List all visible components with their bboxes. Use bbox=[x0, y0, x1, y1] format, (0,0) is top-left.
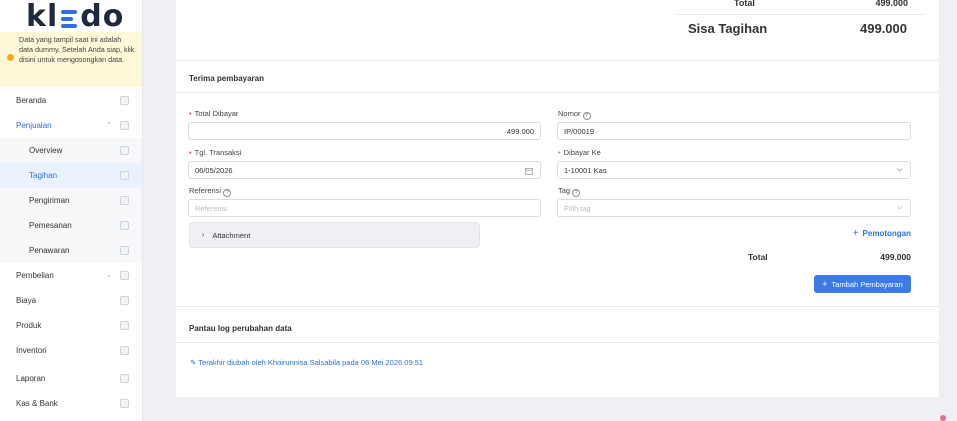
summary-divider bbox=[676, 14, 926, 15]
sidebar-item-beranda[interactable]: Beranda bbox=[0, 88, 142, 113]
dibayar-ke-label: • Dibayar Ke bbox=[558, 148, 601, 157]
sidebar-item-label: Overview bbox=[29, 146, 63, 155]
sidebar-item-inventori[interactable]: Inventori bbox=[0, 338, 142, 363]
dibayar-ke-value: 1-10001 Kas bbox=[564, 165, 607, 175]
box-icon bbox=[120, 321, 129, 330]
sidebar-item-biaya[interactable]: Biaya bbox=[0, 288, 142, 313]
sidebar-item-tagihan[interactable]: Tagihan bbox=[0, 163, 142, 188]
section-divider bbox=[176, 306, 939, 307]
tag-label: Tag? bbox=[558, 186, 581, 197]
payment-total-value: 499.000 bbox=[880, 252, 911, 262]
invoice-icon bbox=[120, 171, 129, 180]
tag-placeholder: Pilih tag bbox=[564, 203, 591, 213]
dummy-data-notice[interactable]: Data yang tampil saat ini adalah data du… bbox=[0, 32, 142, 87]
wallet-icon bbox=[120, 296, 129, 305]
help-icon: ? bbox=[223, 189, 232, 197]
help-icon: ? bbox=[572, 189, 581, 197]
plus-icon: + bbox=[852, 228, 859, 239]
quote-icon bbox=[120, 246, 129, 255]
sidebar-item-overview[interactable]: Overview bbox=[0, 138, 142, 163]
invoice-payment-card: Total 499.000 Sisa Tagihan 499.000 Terim… bbox=[176, 0, 939, 397]
nomor-value: IP/00019 bbox=[564, 126, 595, 136]
sidebar-item-laporan[interactable]: Laporan bbox=[0, 366, 142, 391]
sidebar-item-label: Biaya bbox=[16, 296, 37, 305]
order-icon bbox=[120, 221, 129, 230]
sidebar-item-label: Pembelian bbox=[16, 271, 54, 280]
section-divider bbox=[176, 342, 939, 343]
tag-select[interactable]: Pilih tag bbox=[557, 199, 911, 217]
warehouse-icon bbox=[120, 346, 129, 355]
tgl-transaksi-input[interactable]: 06/05/2026 bbox=[188, 161, 541, 179]
nomor-label: Nomor? bbox=[558, 109, 591, 120]
log-section-title: Pantau log perubahan data bbox=[189, 324, 292, 333]
last-edit-log-link[interactable]: ✎ Terakhir diubah oleh Khoirunnisa Salsab… bbox=[190, 358, 423, 367]
sisa-tagihan-value: 499.000 bbox=[860, 21, 907, 36]
chevron-right-icon: › bbox=[202, 231, 205, 239]
chart-icon bbox=[120, 146, 129, 155]
add-pemotongan-button[interactable]: + Pemotongan bbox=[853, 228, 911, 239]
page-background-strip bbox=[939, 0, 957, 421]
logo-text-right: do bbox=[80, 0, 125, 34]
chat-widget-icon[interactable] bbox=[940, 415, 946, 421]
shopping-bag-icon bbox=[120, 121, 129, 130]
section-divider bbox=[176, 92, 939, 93]
chevron-down-icon bbox=[896, 204, 903, 213]
total-dibayar-label: • Total Dibayar bbox=[189, 109, 239, 118]
attachment-collapse[interactable]: › Attachment bbox=[189, 222, 480, 248]
warning-dot-icon bbox=[7, 54, 14, 61]
chevron-up-icon: ⌃ bbox=[106, 122, 112, 129]
sidebar-item-label: Produk bbox=[16, 321, 42, 330]
sidebar-item-label: Tagihan bbox=[29, 171, 58, 180]
referensi-label: Referensi? bbox=[189, 186, 232, 197]
sidebar-item-label: Pemesanan bbox=[29, 221, 72, 230]
sidebar-item-kas-bank[interactable]: Kas & Bank bbox=[0, 391, 142, 416]
total-dibayar-value: 499.000 bbox=[506, 126, 534, 136]
pencil-icon: ✎ bbox=[190, 358, 197, 367]
sidebar-item-label: Kas & Bank bbox=[16, 399, 58, 408]
sidebar-item-produk[interactable]: Produk bbox=[0, 313, 142, 338]
sidebar-item-pengiriman[interactable]: Pengiriman bbox=[0, 188, 142, 213]
home-icon bbox=[120, 96, 129, 105]
payment-total-label: Total bbox=[748, 252, 768, 262]
section-divider bbox=[176, 60, 939, 61]
calendar-icon[interactable] bbox=[525, 167, 533, 177]
chevron-down-icon: ⌄ bbox=[106, 272, 112, 279]
sidebar-item-label: Pengiriman bbox=[29, 196, 70, 205]
help-icon: ? bbox=[582, 112, 591, 120]
kledo-logo[interactable]: kl do bbox=[0, 0, 142, 32]
plus-icon: + bbox=[822, 279, 828, 289]
truck-icon bbox=[120, 196, 129, 205]
referensi-placeholder: Referensi bbox=[195, 203, 228, 213]
dibayar-ke-select[interactable]: 1-10001 Kas bbox=[557, 161, 911, 179]
chevron-down-icon bbox=[896, 166, 903, 175]
sidebar-item-label: Beranda bbox=[16, 96, 47, 105]
sidebar-item-pembelian[interactable]: Pembelian ⌄ bbox=[0, 263, 142, 288]
attachment-label: Attachment bbox=[212, 230, 251, 240]
tgl-transaksi-label: • Tgl. Transaksi bbox=[189, 148, 242, 157]
sidebar: kl do Data yang tampil saat ini adalah d… bbox=[0, 0, 143, 421]
logo-bars-icon bbox=[61, 10, 78, 28]
total-dibayar-input[interactable]: 499.000 bbox=[188, 122, 541, 140]
sidebar-item-label: Inventori bbox=[16, 346, 47, 355]
sidebar-item-label: Laporan bbox=[16, 374, 46, 383]
sidebar-nav: Beranda Penjualan ⌃ Overview Tagihan Pen… bbox=[0, 88, 142, 416]
tgl-transaksi-value: 06/05/2026 bbox=[195, 165, 233, 175]
tambah-pembayaran-button[interactable]: + Tambah Pembayaran bbox=[814, 275, 911, 293]
cart-icon bbox=[120, 271, 129, 280]
sidebar-item-penjualan[interactable]: Penjualan ⌃ bbox=[0, 113, 142, 138]
sidebar-item-pemesanan[interactable]: Pemesanan bbox=[0, 213, 142, 238]
money-icon bbox=[120, 399, 129, 408]
summary-total-label: Total bbox=[734, 0, 755, 8]
sidebar-item-label: Penjualan bbox=[16, 121, 52, 130]
referensi-input[interactable]: Referensi bbox=[188, 199, 541, 217]
sidebar-item-penawaran[interactable]: Penawaran bbox=[0, 238, 142, 263]
summary-total-value: 499.000 bbox=[875, 0, 908, 8]
notice-text: Data yang tampil saat ini adalah data du… bbox=[19, 35, 135, 65]
payment-section-title: Terima pembayaran bbox=[189, 74, 264, 83]
sidebar-item-label: Penawaran bbox=[29, 246, 70, 255]
sisa-tagihan-label: Sisa Tagihan bbox=[688, 21, 768, 36]
logo-text-left: kl bbox=[26, 0, 59, 34]
nomor-input[interactable]: IP/00019 bbox=[557, 122, 911, 140]
report-icon bbox=[120, 374, 129, 383]
